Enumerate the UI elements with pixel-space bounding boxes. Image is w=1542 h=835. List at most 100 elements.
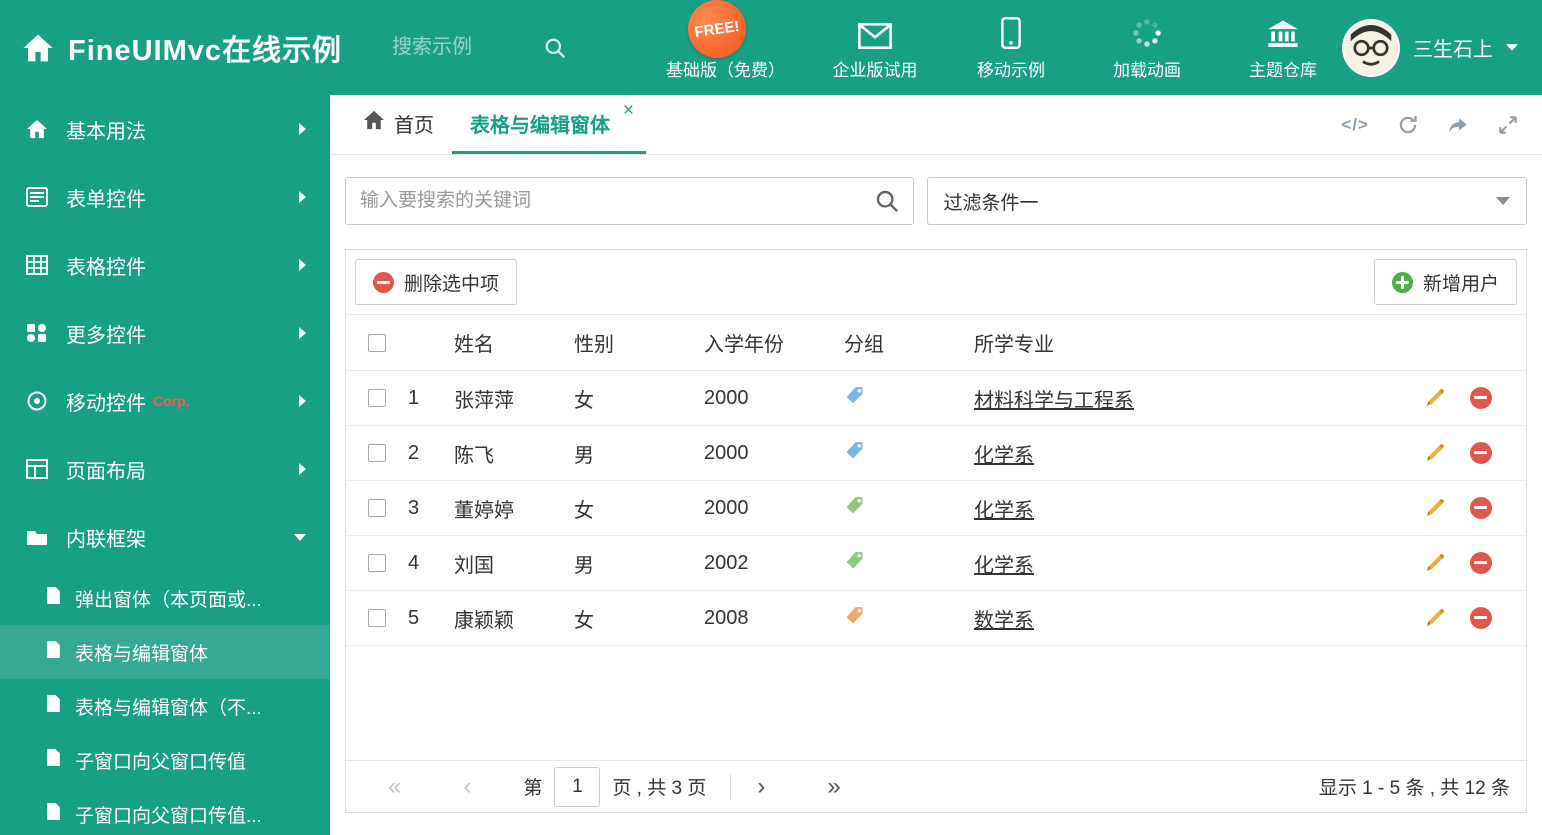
next-page-button[interactable]: › [757, 774, 765, 799]
sidebar-subitem-popup-window[interactable]: 弹出窗体（本页面或... [0, 571, 330, 625]
tab-grid-edit-window[interactable]: 表格与编辑窗体 × [452, 95, 646, 154]
topbar-search [390, 35, 566, 60]
row-checkbox[interactable] [368, 499, 386, 517]
cell-name: 张萍萍 [454, 389, 514, 412]
sidebar-item-mobile-controls[interactable]: 移动控件 Corp. [0, 367, 330, 435]
sidebar-item-more-controls[interactable]: 更多控件 [0, 299, 330, 367]
cell-year: 2000 [704, 441, 749, 464]
chevron-right-icon [299, 123, 306, 135]
delete-row-icon[interactable] [1470, 497, 1492, 519]
search-icon[interactable] [544, 37, 566, 59]
sidebar-subitem-grid-edit-window[interactable]: 表格与编辑窗体 [0, 625, 330, 679]
search-icon[interactable] [875, 189, 899, 213]
tag-icon [844, 385, 865, 406]
table-row: 4 刘国 男 2002 化学系 [346, 536, 1526, 591]
menu-item-theme-store[interactable]: 主题仓库 [1237, 15, 1329, 81]
sidebar-subitem-child-to-parent[interactable]: 子窗口向父窗口传值 [0, 733, 330, 787]
tag-icon [844, 495, 865, 516]
table-icon [24, 255, 50, 275]
last-page-button[interactable]: » [827, 774, 840, 799]
chevron-down-icon [1506, 44, 1518, 51]
page-label-prefix: 第 [523, 778, 543, 799]
cell-gender: 女 [574, 499, 594, 522]
delete-row-icon[interactable] [1470, 607, 1492, 629]
button-label: 删除选中项 [404, 273, 500, 295]
menu-item-mobile-demo[interactable]: 移动示例 [965, 15, 1057, 81]
sidebar-item-page-layout[interactable]: 页面布局 [0, 435, 330, 503]
avatar [1342, 18, 1400, 77]
menu-item-label: 移动示例 [977, 60, 1046, 80]
major-link[interactable]: 化学系 [974, 555, 1034, 577]
menu-item-label: 企业版试用 [832, 60, 918, 80]
forward-icon[interactable] [1447, 114, 1469, 136]
close-icon[interactable]: × [623, 101, 634, 120]
chevron-right-icon [299, 395, 306, 407]
column-header-gender[interactable]: 性别 [574, 328, 704, 357]
delete-row-icon[interactable] [1470, 552, 1492, 574]
topbar-search-input[interactable] [390, 35, 541, 60]
cell-name: 陈飞 [454, 444, 494, 467]
source-code-icon[interactable]: </> [1341, 115, 1369, 135]
cell-year: 2002 [704, 551, 749, 574]
filter-dropdown[interactable]: 过滤条件一 [926, 177, 1527, 225]
column-header-major[interactable]: 所学专业 [974, 328, 1394, 357]
edit-pencil-icon[interactable] [1424, 497, 1446, 519]
sidebar-item-inline-frame[interactable]: 内联框架 [0, 503, 330, 571]
user-menu[interactable]: 三生石上 [1342, 18, 1518, 77]
edit-pencil-icon[interactable] [1424, 387, 1446, 409]
home-icon [24, 119, 50, 139]
tab-tools: </> [1341, 95, 1527, 154]
file-icon [46, 694, 61, 719]
page-number-input[interactable] [554, 766, 601, 807]
edit-pencil-icon[interactable] [1424, 552, 1446, 574]
major-link[interactable]: 数学系 [974, 610, 1034, 632]
grid-panel: 删除选中项 新增用户 姓名 性别 入学年份 分组 所学专业 1 张萍萍 女 20… [345, 249, 1527, 813]
row-number: 1 [408, 386, 420, 409]
row-checkbox[interactable] [368, 609, 386, 627]
column-header-group[interactable]: 分组 [844, 328, 974, 357]
column-header-year[interactable]: 入学年份 [704, 328, 844, 357]
sidebar-item-basic-usage[interactable]: 基本用法 [0, 95, 330, 163]
topbar: FineUIMvc在线示例 FREE! 基础版（免费） 企业版试用 [0, 0, 1542, 95]
sidebar-item-grid-controls[interactable]: 表格控件 [0, 231, 330, 299]
row-checkbox[interactable] [368, 389, 386, 407]
major-link[interactable]: 化学系 [974, 445, 1034, 467]
home-icon[interactable] [22, 33, 54, 63]
corp-badge: Corp. [153, 393, 190, 409]
sidebar-subitem-child-to-parent-2[interactable]: 子窗口向父窗口传值... [0, 787, 330, 835]
delete-row-icon[interactable] [1470, 442, 1492, 464]
first-page-button[interactable]: « [388, 774, 401, 799]
column-header-name[interactable]: 姓名 [454, 328, 574, 357]
tab-home[interactable]: 首页 [345, 95, 452, 154]
chevron-right-icon [299, 259, 306, 271]
delete-row-icon[interactable] [1470, 387, 1492, 409]
file-icon [46, 748, 61, 773]
cell-year: 2000 [704, 386, 749, 409]
user-name: 三生石上 [1413, 39, 1493, 61]
sidebar-subitem-grid-edit-window-2[interactable]: 表格与编辑窗体（不... [0, 679, 330, 733]
major-link[interactable]: 材料科学与工程系 [974, 390, 1134, 412]
select-all-checkbox[interactable] [368, 333, 386, 352]
page-label-suffix: 页 , 共 3 页 [612, 778, 707, 799]
menu-item-enterprise-trial[interactable]: 企业版试用 [829, 15, 921, 81]
add-user-button[interactable]: 新增用户 [1373, 259, 1517, 305]
form-icon [24, 187, 50, 207]
prev-page-button[interactable]: ‹ [463, 774, 471, 799]
expand-icon[interactable] [1497, 114, 1519, 136]
row-checkbox[interactable] [368, 554, 386, 572]
edit-pencil-icon[interactable] [1424, 607, 1446, 629]
edit-pencil-icon[interactable] [1424, 442, 1446, 464]
plus-circle-icon [1391, 271, 1413, 293]
major-link[interactable]: 化学系 [974, 500, 1034, 522]
refresh-icon[interactable] [1397, 114, 1419, 136]
delete-selected-button[interactable]: 删除选中项 [355, 259, 518, 305]
menu-item-loading-animation[interactable]: 加载动画 [1101, 15, 1193, 81]
sidebar-item-form-controls[interactable]: 表单控件 [0, 163, 330, 231]
row-checkbox[interactable] [368, 444, 386, 462]
mobile-icon [1001, 15, 1021, 49]
keyword-search-input[interactable] [346, 190, 875, 212]
bank-icon [1267, 15, 1299, 49]
table-empty-space [346, 646, 1526, 760]
chevron-down-icon [294, 533, 306, 541]
table-row: 5 康颖颖 女 2008 数学系 [346, 591, 1526, 646]
